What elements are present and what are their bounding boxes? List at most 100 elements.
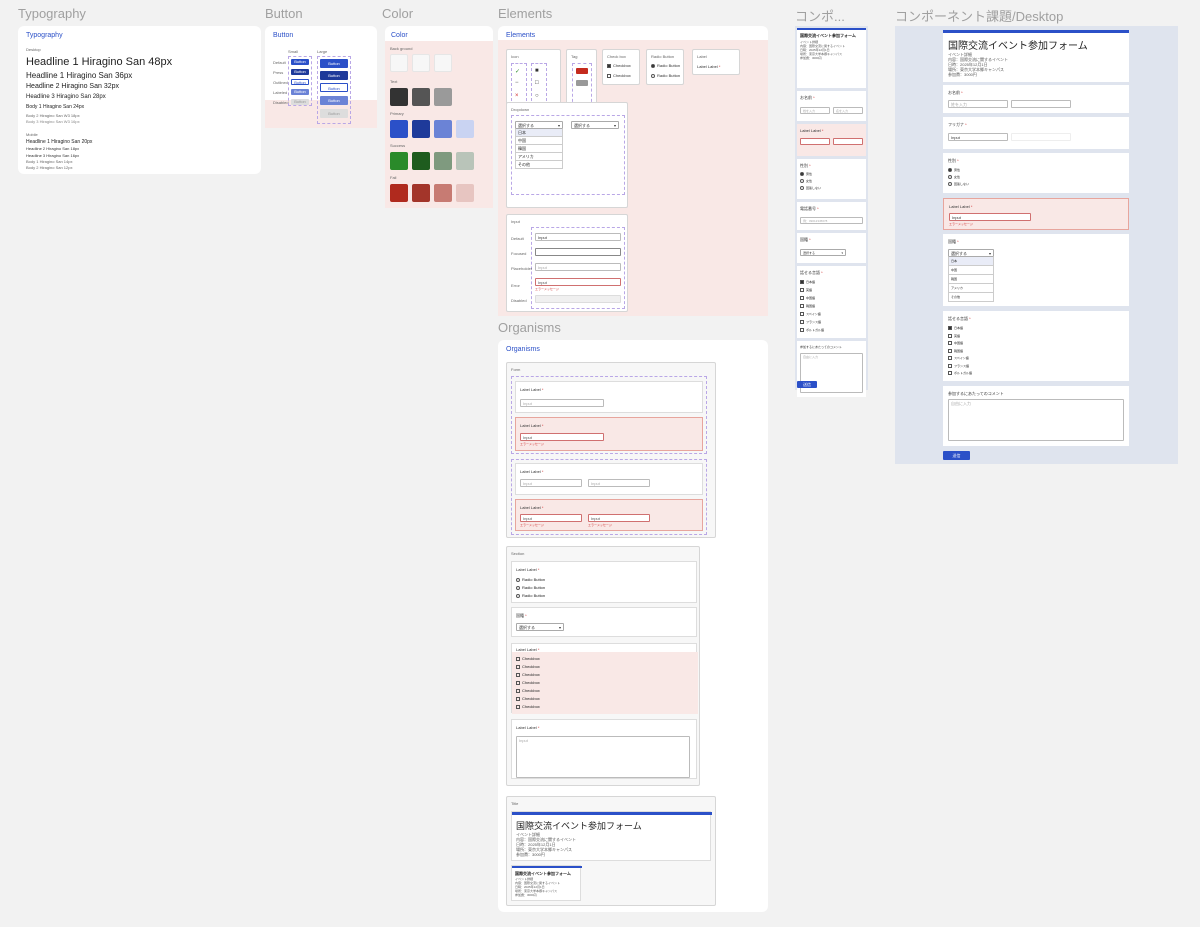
checkbox-option[interactable]: Checkbox: [516, 663, 540, 671]
dropdown-option[interactable]: アメリカ: [515, 153, 563, 161]
frame-title-mobile[interactable]: コンポ...: [795, 6, 845, 25]
dropdown-option[interactable]: 韓国: [515, 145, 563, 153]
radio-option-label: Radio Button: [522, 593, 546, 598]
desktop-country-option[interactable]: アメリカ: [948, 284, 994, 293]
radio-option[interactable]: Radio Button: [516, 584, 545, 592]
frame-title-typography[interactable]: Typography: [18, 6, 86, 21]
form-field-error-input[interactable]: Input: [520, 433, 604, 441]
desktop-country-option[interactable]: 日本: [948, 257, 994, 266]
desktop-language-option[interactable]: 英語: [948, 333, 972, 341]
desktop-country-option[interactable]: 韓国: [948, 275, 994, 284]
mobile-language-option[interactable]: 中国語: [800, 294, 824, 302]
form-double-input-1[interactable]: Input: [520, 479, 582, 487]
swatch-bg-1: [412, 54, 430, 72]
dropdown-closed[interactable]: 選択する ▾: [571, 121, 619, 129]
button-card[interactable]: Button Small Large Default Press Outline…: [265, 26, 377, 128]
frame-title-organisms[interactable]: Organisms: [498, 320, 561, 335]
checkbox-checked[interactable]: Checkbox: [607, 63, 631, 68]
desktop-gender-option[interactable]: 回答しない: [948, 181, 969, 188]
small-labeled-button[interactable]: Button: [291, 89, 309, 95]
small-default-button[interactable]: Button: [291, 59, 309, 65]
radio-selected[interactable]: Radio Button: [651, 63, 680, 68]
mobile-error-input-2[interactable]: [833, 138, 863, 145]
desktop-frame[interactable]: 国際交流イベント参加フォーム イベント詳細 内容：国際交流に関するイベント 日時：2…: [895, 26, 1178, 464]
form-field-default-input[interactable]: Input: [520, 399, 604, 407]
desktop-country-option[interactable]: その他: [948, 293, 994, 302]
desktop-first-name-input[interactable]: [1011, 100, 1071, 108]
form-double-error-input-2[interactable]: Input: [588, 514, 650, 522]
input-error[interactable]: Input: [535, 278, 621, 286]
dropdown-option[interactable]: 中国: [515, 137, 563, 145]
large-outlined-button[interactable]: Button: [320, 83, 348, 92]
typography-card[interactable]: Typography Desktop Headline 1 Hiragino S…: [18, 26, 261, 174]
checkbox-option[interactable]: Checkbox: [516, 703, 540, 711]
frame-title-button[interactable]: Button: [265, 6, 303, 21]
mobile-language-option[interactable]: ポルトガル語: [800, 326, 824, 334]
checkbox-option[interactable]: Checkbox: [516, 695, 540, 703]
desktop-language-option[interactable]: 韓国語: [948, 348, 972, 356]
large-press-button[interactable]: Button: [320, 71, 348, 80]
organisms-card[interactable]: Organisms Form Label Label * Input Label…: [498, 340, 768, 912]
elements-card[interactable]: Elements Icon ✓ − × ■ □ ○ Tag Check box …: [498, 26, 768, 316]
mobile-language-option[interactable]: 日本語: [800, 278, 824, 286]
dropdown-option[interactable]: 日本: [515, 129, 563, 137]
mobile-frame[interactable]: 国際交流イベント参加フォーム イベント詳細 内容：国際交流に関するイベント 日時：2…: [795, 26, 868, 397]
mobile-last-name-input[interactable]: 姓を入力: [800, 107, 830, 114]
frame-title-elements[interactable]: Elements: [498, 6, 552, 21]
radio-option[interactable]: Radio Button: [516, 592, 545, 600]
radio-option[interactable]: Radio Button: [516, 576, 545, 584]
desktop-language-option[interactable]: スペイン語: [948, 355, 972, 363]
frame-title-color[interactable]: Color: [382, 6, 413, 21]
checkbox-option[interactable]: Checkbox: [516, 679, 540, 687]
small-outlined-button[interactable]: Button: [291, 79, 309, 85]
form-double-error-input-1[interactable]: Input: [520, 514, 582, 522]
mobile-gender-option-label: 女性: [806, 179, 813, 183]
mobile-phone-input[interactable]: 例：09012345678: [800, 217, 863, 224]
mobile-language-option[interactable]: フランス語: [800, 318, 824, 326]
checkbox-option[interactable]: Checkbox: [516, 687, 540, 695]
desktop-country-option[interactable]: 中国: [948, 266, 994, 275]
desktop-furigana-input-2[interactable]: [1011, 133, 1071, 141]
desktop-comment-textarea[interactable]: 自由に入力: [948, 399, 1124, 441]
mobile-error-input-1[interactable]: [800, 138, 830, 145]
checkbox-unchecked[interactable]: Checkbox: [607, 73, 631, 78]
desktop-gender-option[interactable]: 男性: [948, 167, 969, 174]
mobile-first-name-input[interactable]: 名を入力: [833, 107, 863, 114]
mobile-language-option[interactable]: 英語: [800, 286, 824, 294]
section-country-group: 国籍 * 選択する ▾: [511, 607, 697, 637]
section-textarea[interactable]: Input: [516, 736, 690, 778]
desktop-last-name-input[interactable]: 姓を入力: [948, 100, 1008, 108]
desktop-submit-button[interactable]: 送信: [943, 451, 970, 460]
checkbox-option[interactable]: Checkbox: [516, 655, 540, 663]
mobile-error-label: Label Label *: [800, 128, 823, 133]
mobile-language-option[interactable]: スペイン語: [800, 310, 824, 318]
desktop-language-option[interactable]: フランス語: [948, 363, 972, 371]
desktop-gender-option[interactable]: 女性: [948, 174, 969, 181]
mobile-gender-option[interactable]: 回答しない: [800, 185, 821, 192]
dropdown-open[interactable]: 選択する ▾: [515, 121, 563, 129]
desktop-language-option[interactable]: 日本語: [948, 325, 972, 333]
desktop-furigana-input[interactable]: Input: [948, 133, 1008, 141]
input-placeholder[interactable]: Input: [535, 263, 621, 271]
mobile-country-select[interactable]: 選択する ▾: [800, 249, 846, 256]
desktop-language-option[interactable]: ポルトガル語: [948, 370, 972, 378]
mobile-submit-button[interactable]: 送信: [797, 381, 817, 388]
form-double-input-2[interactable]: Input: [588, 479, 650, 487]
desktop-language-option[interactable]: 中国語: [948, 340, 972, 348]
color-card[interactable]: Color Back ground Text Primary Success F…: [385, 26, 493, 208]
mobile-gender-option[interactable]: 男性: [800, 171, 821, 178]
desktop-error-input[interactable]: Input: [949, 213, 1031, 221]
dropdown-option[interactable]: その他: [515, 161, 563, 169]
input-default[interactable]: Input: [535, 233, 621, 241]
desktop-country-select[interactable]: 選択する ▾: [948, 249, 994, 257]
frame-title-desktop[interactable]: コンポーネント課題/Desktop: [895, 6, 1063, 25]
radio-unselected[interactable]: Radio Button: [651, 73, 680, 78]
section-country-select[interactable]: 選択する ▾: [516, 623, 564, 631]
mobile-gender-option[interactable]: 女性: [800, 178, 821, 185]
small-press-button[interactable]: Button: [291, 69, 309, 75]
mobile-language-option[interactable]: 韓国語: [800, 302, 824, 310]
large-default-button[interactable]: Button: [320, 59, 348, 68]
input-focused[interactable]: [535, 248, 621, 256]
checkbox-option[interactable]: Checkbox: [516, 671, 540, 679]
large-labeled-button[interactable]: Button: [320, 96, 348, 105]
